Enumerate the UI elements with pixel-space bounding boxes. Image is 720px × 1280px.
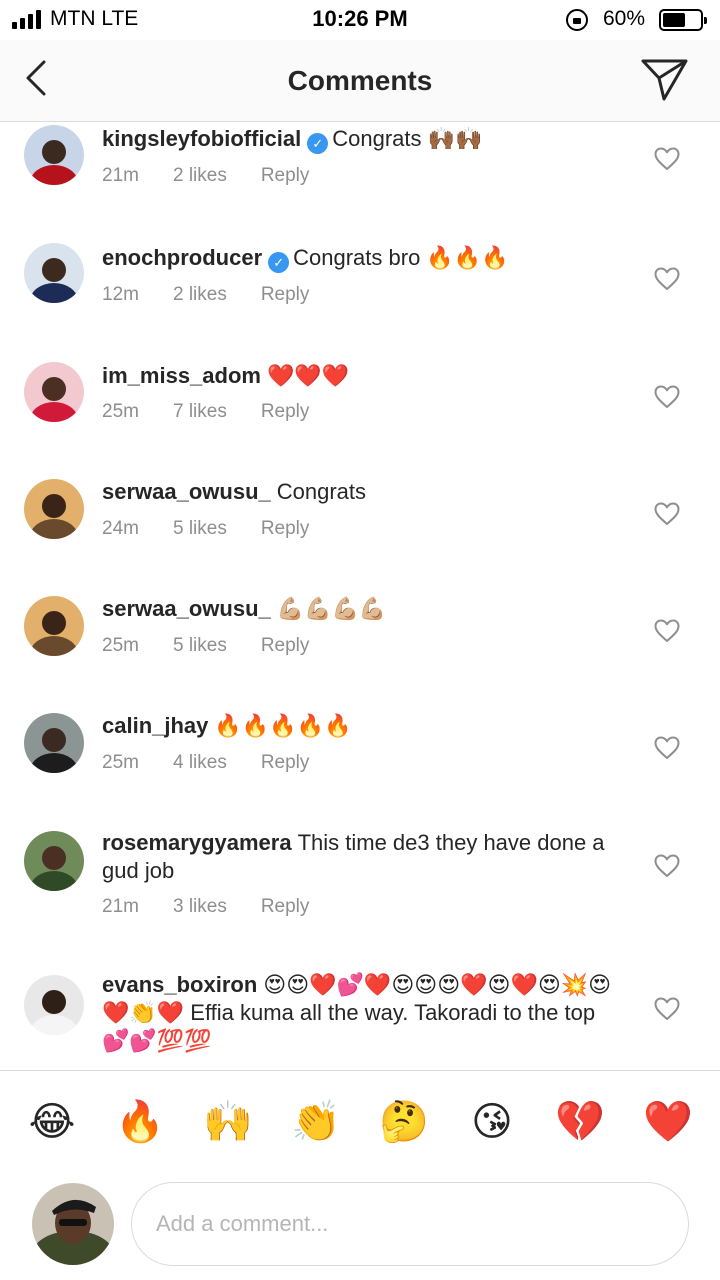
navigation-header: Comments [0,40,720,122]
broken-heart-emoji[interactable]: 💔 [552,1096,608,1148]
comment-timestamp: 21m [102,896,139,917]
battery-percentage: 60% [603,7,646,30]
raised-hands-emoji[interactable]: 🙌 [200,1096,256,1148]
like-count[interactable]: 5 likes [173,518,227,540]
comment-timestamp: 12m [102,284,139,305]
reply-button[interactable]: Reply [261,165,310,187]
comment-meta: 21m 3 likes Reply [102,896,343,918]
heart-icon[interactable] [654,619,680,643]
verified-badge-icon: ✓ [307,133,329,154]
comment-input[interactable] [131,1182,689,1266]
comment-text: Congrats bro 🔥🔥🔥 [293,245,509,270]
comment-timestamp: 25m [102,635,139,656]
tears-of-joy-emoji[interactable]: 😂 [24,1096,80,1148]
heart-icon[interactable] [654,385,680,409]
comment-meta: 24m 5 likes Reply [102,518,343,540]
comment-text: Congrats 🙌🏾🙌🏾 [332,126,483,151]
comment-text: 💪🏼💪🏼💪🏼💪🏼 [276,596,387,621]
commenter-avatar[interactable] [24,975,84,1035]
comment-meta: 25m 5 likes Reply [102,635,343,657]
like-count[interactable]: 4 likes [173,752,227,774]
commenter-avatar[interactable] [24,125,84,185]
comment-username[interactable]: kingsleyfobiofficial [102,126,301,151]
commenter-avatar[interactable] [24,479,84,539]
comment-body: kingsleyfobiofficial ✓ Congrats 🙌🏾🙌🏾 [102,125,622,154]
like-count[interactable]: 2 likes [173,284,227,306]
comment-meta: 21m 2 likes Reply [102,165,343,187]
clapping-hands-emoji[interactable]: 👏 [288,1096,344,1148]
comment-username[interactable]: serwaa_owusu_ [102,479,271,504]
commenter-avatar[interactable] [24,362,84,422]
comment-text: ❤️❤️❤️ [266,363,350,388]
comment-body: serwaa_owusu_ 💪🏼💪🏼💪🏼💪🏼 [102,595,622,623]
heart-icon[interactable] [654,147,680,171]
current-user-avatar [32,1183,114,1265]
like-count[interactable]: 5 likes [173,635,227,657]
reply-button[interactable]: Reply [261,635,310,657]
heart-icon[interactable] [654,267,680,291]
heart-icon[interactable] [654,854,680,878]
status-bar: MTN LTE 10:26 PM 60% [0,0,720,40]
reply-button[interactable]: Reply [261,752,310,774]
commenter-avatar[interactable] [24,596,84,656]
heart-icon[interactable] [654,502,680,526]
fire-emoji[interactable]: 🔥 [112,1096,168,1148]
red-heart-emoji[interactable]: ❤️ [640,1096,696,1148]
reply-button[interactable]: Reply [261,284,310,306]
comment-meta: 12m 2 likes Reply [102,284,343,306]
kissing-face-emoji[interactable]: 😘 [464,1096,520,1148]
paper-plane-icon[interactable] [640,56,690,102]
comment-text: 🔥🔥🔥🔥🔥 [214,713,352,738]
thinking-face-emoji[interactable]: 🤔 [376,1096,432,1148]
comment-username[interactable]: calin_jhay [102,713,208,738]
divider [0,1070,720,1071]
comment-username[interactable]: evans_boxiron [102,972,257,997]
comment-body: evans_boxiron 😍😍❤️💕❤️😍😍😍❤️😍❤️😍💥😍❤️👏❤️ Eff… [102,971,622,1055]
heart-icon[interactable] [654,997,680,1021]
reply-button[interactable]: Reply [261,401,310,423]
comment-body: serwaa_owusu_ Congrats [102,478,622,506]
comment-username[interactable]: enochproducer [102,245,262,270]
like-count[interactable]: 3 likes [173,896,227,918]
comment-username[interactable]: im_miss_adom [102,363,261,388]
comment-timestamp: 24m [102,518,139,539]
reply-button[interactable]: Reply [261,518,310,540]
comment-text: Congrats [276,479,367,504]
comment-timestamp: 25m [102,401,139,422]
verified-badge-icon: ✓ [268,252,290,273]
battery-icon [659,9,707,31]
orientation-lock-icon [566,9,588,31]
comment-body: im_miss_adom ❤️❤️❤️ [102,362,622,390]
comment-body: calin_jhay 🔥🔥🔥🔥🔥 [102,712,622,740]
comment-body: rosemarygyamera This time de3 they have d… [102,829,622,885]
reply-button[interactable]: Reply [261,896,310,918]
like-count[interactable]: 7 likes [173,401,227,423]
comment-body: enochproducer ✓ Congrats bro 🔥🔥🔥 [102,244,622,273]
comment-meta: 25m 7 likes Reply [102,401,343,423]
heart-icon[interactable] [654,736,680,760]
commenter-avatar[interactable] [24,713,84,773]
quick-reaction-bar: 😂 🔥 🙌 👏 🤔 😘 💔 ❤️ [0,1096,720,1152]
comment-username[interactable]: rosemarygyamera [102,830,292,855]
commenter-avatar[interactable] [24,243,84,303]
like-count[interactable]: 2 likes [173,165,227,187]
comment-username[interactable]: serwaa_owusu_ [102,596,271,621]
commenter-avatar[interactable] [24,831,84,891]
comment-timestamp: 25m [102,752,139,773]
comment-meta: 25m 4 likes Reply [102,752,343,774]
comment-timestamp: 21m [102,165,139,186]
page-title: Comments [287,65,433,96]
chevron-left-icon[interactable] [22,58,62,98]
